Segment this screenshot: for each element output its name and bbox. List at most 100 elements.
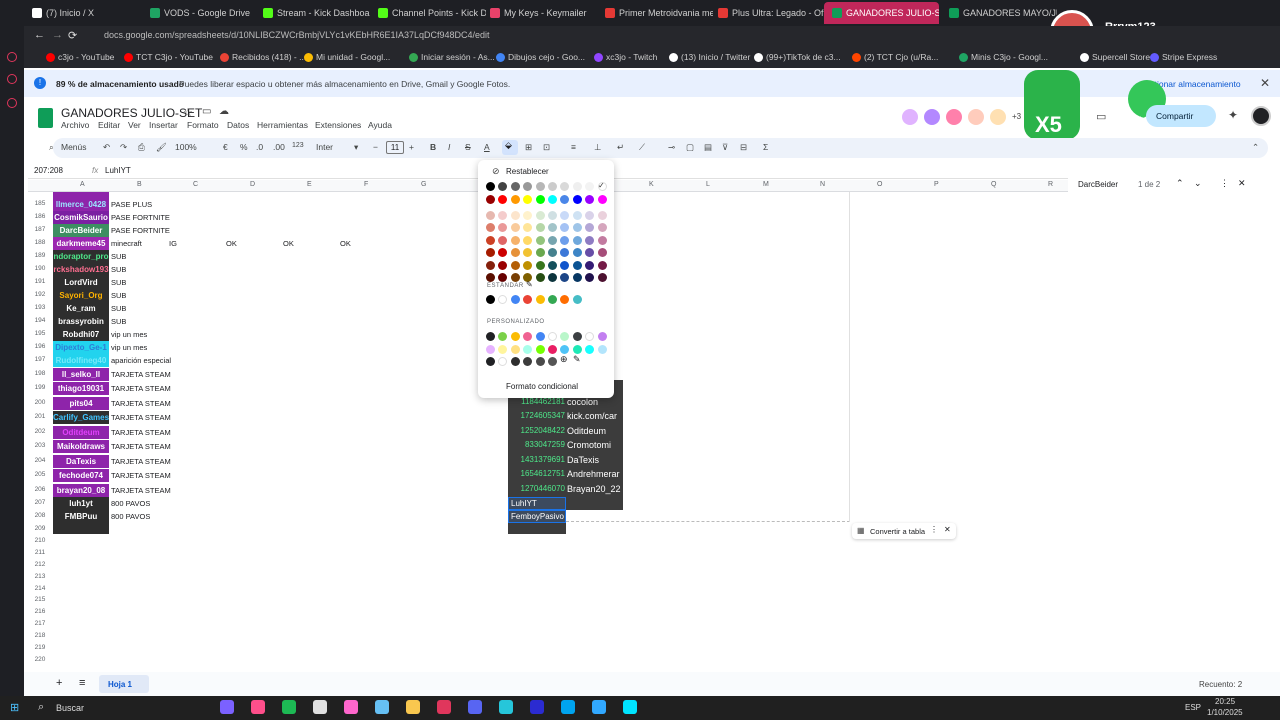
color-swatch[interactable]	[572, 345, 582, 354]
id-cell[interactable]: 1654612751	[510, 467, 566, 481]
username-cell[interactable]: DaTexis	[567, 453, 623, 467]
winner-name-cell[interactable]: DaTexis	[53, 455, 109, 468]
color-swatch[interactable]	[535, 260, 545, 270]
row-number[interactable]: 197	[30, 356, 50, 363]
color-swatch[interactable]	[523, 260, 533, 270]
taskbar-app-icon[interactable]	[344, 700, 358, 714]
color-swatch[interactable]	[523, 223, 533, 233]
bookmark-item[interactable]: c3jo - YouTube	[46, 52, 114, 62]
color-swatch[interactable]	[560, 195, 570, 204]
color-swatch[interactable]	[535, 273, 545, 282]
ext-icon-4[interactable]	[968, 109, 984, 125]
prize-cell[interactable]: SUB	[111, 289, 126, 302]
color-swatch[interactable]	[535, 332, 545, 341]
column-header[interactable]: L	[706, 181, 710, 188]
row-number[interactable]: 206	[30, 486, 50, 493]
decrease-decimals-button[interactable]: .0	[256, 142, 263, 152]
color-swatch[interactable]	[585, 223, 595, 233]
taskbar-app-icon[interactable]	[561, 700, 575, 714]
browser-tab[interactable]: Plus Ultra: Legado - Of	[718, 4, 826, 22]
row-number[interactable]: 219	[30, 644, 50, 651]
merge-icon[interactable]: ⊡	[543, 142, 550, 153]
prize-cell[interactable]: minecraft	[111, 237, 142, 250]
column-header[interactable]: A	[80, 181, 85, 188]
row-number[interactable]: 188	[30, 239, 50, 246]
color-swatch[interactable]	[498, 357, 508, 366]
winner-name-cell[interactable]: pits04	[53, 397, 109, 410]
cell-c188[interactable]: IG	[169, 237, 177, 250]
color-swatch[interactable]	[548, 332, 557, 341]
prize-cell[interactable]: TARJETA STEAM	[111, 368, 171, 381]
color-swatch[interactable]	[572, 182, 582, 191]
row-number[interactable]: 191	[30, 278, 50, 285]
row-number[interactable]: 186	[30, 213, 50, 220]
color-swatch[interactable]	[486, 211, 495, 220]
row-number[interactable]: 190	[30, 265, 50, 272]
color-swatch[interactable]	[510, 182, 520, 191]
color-swatch[interactable]	[548, 295, 557, 304]
row-number[interactable]: 205	[30, 471, 50, 478]
row-number[interactable]: 193	[30, 304, 50, 311]
formula-input[interactable]: LuhIYT	[105, 166, 131, 175]
winner-name-cell[interactable]: Maikoldraws	[53, 440, 109, 453]
strikethrough-button[interactable]: S	[465, 142, 471, 152]
color-swatch[interactable]	[572, 273, 582, 282]
prize-cell[interactable]: SUB	[111, 315, 126, 328]
prize-cell[interactable]: TARJETA STEAM	[111, 455, 171, 468]
color-swatch[interactable]	[535, 211, 545, 220]
color-swatch[interactable]	[572, 211, 582, 220]
row-number[interactable]: 194	[30, 317, 50, 324]
browser-tab[interactable]: VODS - Google Drive	[150, 4, 258, 22]
all-sheets-icon[interactable]: ≡	[79, 677, 85, 689]
increase-decimals-button[interactable]: .00	[273, 142, 285, 152]
id-cell[interactable]: 1252048422	[510, 424, 566, 438]
bookmark-item[interactable]: Mi unidad - Googl...	[304, 52, 390, 62]
reset-button[interactable]: Restablecer	[506, 167, 549, 176]
search-icon[interactable]: ⌕	[38, 701, 44, 714]
prize-cell[interactable]: PASE FORTNITE	[111, 211, 170, 224]
taskbar-app-icon[interactable]	[220, 700, 234, 714]
color-swatch[interactable]	[548, 211, 557, 220]
font-size-minus[interactable]: −	[373, 142, 378, 152]
collapse-icon[interactable]: ⌃	[1252, 142, 1259, 153]
winner-name-cell[interactable]: Ke_ram	[53, 302, 109, 315]
column-header[interactable]: K	[649, 181, 654, 188]
language-indicator[interactable]: ESP	[1185, 703, 1201, 712]
color-swatch[interactable]	[510, 357, 520, 366]
winner-name-cell[interactable]: darkmeme45	[53, 237, 109, 250]
color-swatch[interactable]	[523, 211, 533, 220]
color-swatch[interactable]	[535, 295, 545, 304]
ext-icon-5[interactable]	[990, 109, 1006, 125]
winner-name-cell[interactable]: ll_selko_ll	[53, 368, 109, 381]
browser-tab[interactable]: My Keys - Keymailer	[490, 4, 598, 22]
color-swatch[interactable]	[572, 260, 582, 270]
color-swatch[interactable]	[560, 182, 570, 191]
color-swatch[interactable]	[498, 223, 508, 233]
color-swatch[interactable]	[523, 295, 533, 304]
color-swatch[interactable]	[585, 211, 595, 220]
id-cell[interactable]: 833047259	[510, 438, 565, 452]
prize-cell[interactable]: SUB	[111, 276, 126, 289]
windows-start-icon[interactable]: ⊞	[10, 701, 19, 714]
row-number[interactable]: 192	[30, 291, 50, 298]
color-swatch[interactable]	[535, 248, 545, 258]
row-number[interactable]: 218	[30, 632, 50, 639]
taskbar-app-icon[interactable]	[437, 700, 451, 714]
menu-item[interactable]: Extensiones	[315, 120, 361, 130]
color-swatch[interactable]	[560, 345, 570, 354]
column-header[interactable]: E	[307, 181, 312, 188]
winner-name-cell[interactable]: Oditdeum	[53, 426, 109, 439]
search-menus-icon[interactable]: ⌕	[49, 142, 54, 153]
color-swatch[interactable]	[572, 195, 582, 204]
star-icon[interactable]: ☆	[183, 106, 193, 119]
row-number[interactable]: 203	[30, 442, 50, 449]
row-number[interactable]: 187	[30, 226, 50, 233]
row-number[interactable]: 196	[30, 343, 50, 350]
prize-cell[interactable]: 800 PAVOS	[111, 497, 150, 510]
bookmark-item[interactable]: xc3jo - Twitch	[594, 52, 657, 62]
rotate-icon[interactable]: ⟋	[639, 142, 645, 153]
taskbar-app-icon[interactable]	[282, 700, 296, 714]
prize-cell[interactable]: TARJETA STEAM	[111, 397, 171, 410]
color-swatch[interactable]	[498, 248, 508, 258]
winner-name-cell[interactable]: DarcBeider	[53, 224, 109, 237]
